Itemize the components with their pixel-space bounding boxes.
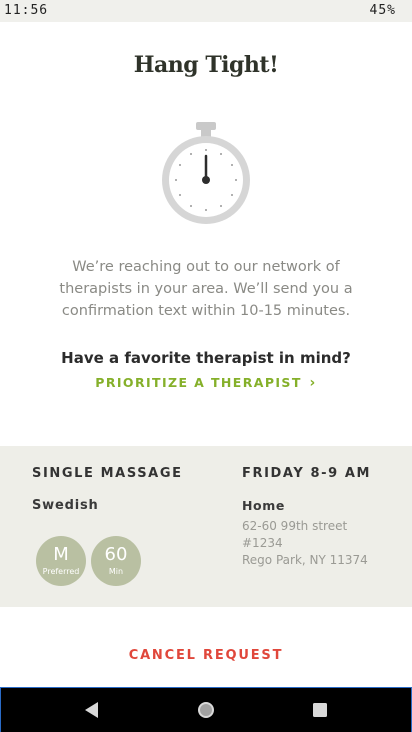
message-line: confirmation text within 10-15 minutes. xyxy=(61,303,351,319)
chevron-right-icon: › xyxy=(309,375,317,391)
preference-badge-value: M xyxy=(53,544,69,565)
prioritize-label: PRIORITIZE A THERAPIST xyxy=(95,375,302,390)
preference-badge-caption: Preferred xyxy=(42,567,80,576)
duration-badge-caption: Min xyxy=(108,567,124,576)
duration-badge-value: 60 xyxy=(104,544,128,565)
recent-apps-icon[interactable] xyxy=(309,698,331,726)
favorite-therapist-question: Have a favorite therapist in mind? xyxy=(61,349,351,367)
page-title: Hang Tight! xyxy=(133,52,279,78)
address: 62-60 99th street #1234 Rego Park, NY 11… xyxy=(242,518,368,569)
preference-badge: M Preferred xyxy=(36,536,86,586)
status-battery: 45% xyxy=(369,3,396,18)
stopwatch-icon xyxy=(159,120,253,232)
service-type: SINGLE MASSAGE xyxy=(32,466,183,481)
address-line: 62-60 99th street xyxy=(242,519,348,533)
cancel-request-button[interactable]: CANCEL REQUEST xyxy=(0,648,412,663)
address-line: Rego Park, NY 11374 xyxy=(242,553,368,567)
status-message: We’re reaching out to our network of the… xyxy=(40,256,372,322)
service-style: Swedish xyxy=(32,498,99,513)
status-time: 11:56 xyxy=(4,3,49,18)
address-line: #1234 xyxy=(242,536,283,550)
back-icon[interactable] xyxy=(81,698,103,726)
home-icon[interactable] xyxy=(194,698,218,726)
duration-badge: 60 Min xyxy=(91,536,141,586)
appointment-time: FRIDAY 8-9 AM xyxy=(242,466,372,481)
system-navigation-bar xyxy=(0,687,412,732)
location-name: Home xyxy=(242,498,285,513)
message-line: therapists in your area. We’ll send you … xyxy=(59,281,353,297)
booking-summary: SINGLE MASSAGE Swedish M Preferred 60 Mi… xyxy=(0,446,412,607)
prioritize-therapist-link[interactable]: PRIORITIZE A THERAPIST › xyxy=(0,375,412,391)
status-bar: 11:56 45% xyxy=(0,0,412,22)
message-line: We’re reaching out to our network of xyxy=(72,259,340,275)
